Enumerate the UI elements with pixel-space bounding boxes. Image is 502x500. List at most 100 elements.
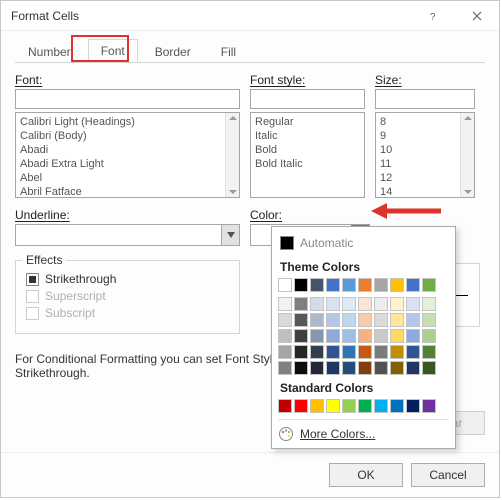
- list-item[interactable]: Abadi: [20, 143, 235, 157]
- color-swatch[interactable]: [358, 329, 372, 343]
- list-item[interactable]: Regular: [255, 115, 360, 129]
- color-swatch[interactable]: [326, 329, 340, 343]
- color-swatch[interactable]: [342, 278, 356, 292]
- color-swatch[interactable]: [358, 361, 372, 375]
- color-swatch[interactable]: [374, 329, 388, 343]
- underline-combo[interactable]: [15, 224, 240, 246]
- color-swatch[interactable]: [406, 278, 420, 292]
- color-swatch[interactable]: [374, 278, 388, 292]
- color-swatch[interactable]: [342, 313, 356, 327]
- color-swatch[interactable]: [310, 297, 324, 311]
- color-swatch[interactable]: [390, 361, 404, 375]
- color-swatch[interactable]: [342, 399, 356, 413]
- color-swatch[interactable]: [278, 361, 292, 375]
- color-swatch[interactable]: [390, 329, 404, 343]
- size-input[interactable]: [375, 89, 475, 109]
- tab-border[interactable]: Border: [142, 40, 204, 63]
- color-swatch[interactable]: [326, 297, 340, 311]
- color-swatch[interactable]: [374, 313, 388, 327]
- color-swatch[interactable]: [422, 399, 436, 413]
- color-swatch[interactable]: [326, 399, 340, 413]
- list-item[interactable]: 9: [380, 129, 470, 143]
- color-swatch[interactable]: [294, 278, 308, 292]
- color-swatch[interactable]: [390, 297, 404, 311]
- color-swatch[interactable]: [422, 345, 436, 359]
- color-swatch[interactable]: [294, 329, 308, 343]
- font-style-list[interactable]: Regular Italic Bold Bold Italic: [250, 112, 365, 198]
- tab-fill[interactable]: Fill: [208, 40, 249, 63]
- color-swatch[interactable]: [358, 297, 372, 311]
- list-item[interactable]: Italic: [255, 129, 360, 143]
- color-swatch[interactable]: [422, 361, 436, 375]
- color-swatch[interactable]: [342, 297, 356, 311]
- font-list[interactable]: Calibri Light (Headings) Calibri (Body) …: [15, 112, 240, 198]
- color-swatch[interactable]: [294, 313, 308, 327]
- list-item[interactable]: Abel: [20, 171, 235, 185]
- list-item[interactable]: Abril Fatface: [20, 185, 235, 198]
- strikethrough-check[interactable]: Strikethrough: [26, 272, 229, 286]
- list-item[interactable]: 12: [380, 171, 470, 185]
- color-swatch[interactable]: [294, 297, 308, 311]
- close-button[interactable]: [455, 1, 499, 31]
- color-swatch[interactable]: [406, 313, 420, 327]
- list-item[interactable]: 10: [380, 143, 470, 157]
- color-swatch[interactable]: [342, 329, 356, 343]
- color-swatch[interactable]: [390, 345, 404, 359]
- color-swatch[interactable]: [310, 399, 324, 413]
- color-swatch[interactable]: [294, 399, 308, 413]
- scrollbar[interactable]: [460, 113, 474, 197]
- font-input[interactable]: [15, 89, 240, 109]
- color-swatch[interactable]: [374, 361, 388, 375]
- color-swatch[interactable]: [406, 399, 420, 413]
- color-swatch[interactable]: [326, 361, 340, 375]
- help-button[interactable]: ?: [411, 1, 455, 31]
- chevron-down-icon[interactable]: [221, 225, 239, 245]
- color-swatch[interactable]: [374, 399, 388, 413]
- automatic-option[interactable]: Automatic: [278, 233, 449, 256]
- color-swatch[interactable]: [374, 345, 388, 359]
- color-swatch[interactable]: [422, 329, 436, 343]
- color-swatch[interactable]: [422, 278, 436, 292]
- list-item[interactable]: Bold Italic: [255, 157, 360, 171]
- list-item[interactable]: Bold: [255, 143, 360, 157]
- color-swatch[interactable]: [278, 313, 292, 327]
- color-swatch[interactable]: [326, 278, 340, 292]
- color-swatch[interactable]: [342, 361, 356, 375]
- color-swatch[interactable]: [358, 313, 372, 327]
- color-swatch[interactable]: [406, 345, 420, 359]
- color-swatch[interactable]: [326, 313, 340, 327]
- color-swatch[interactable]: [358, 278, 372, 292]
- ok-button[interactable]: OK: [329, 463, 403, 487]
- superscript-check[interactable]: Superscript: [26, 289, 229, 303]
- color-swatch[interactable]: [310, 313, 324, 327]
- color-swatch[interactable]: [294, 361, 308, 375]
- color-swatch[interactable]: [310, 345, 324, 359]
- color-swatch[interactable]: [422, 297, 436, 311]
- color-swatch[interactable]: [390, 399, 404, 413]
- color-swatch[interactable]: [374, 297, 388, 311]
- color-dropdown[interactable]: Automatic Theme Colors Standard Colors M…: [271, 226, 456, 449]
- color-swatch[interactable]: [406, 297, 420, 311]
- color-swatch[interactable]: [406, 329, 420, 343]
- font-style-input[interactable]: [250, 89, 365, 109]
- color-swatch[interactable]: [278, 329, 292, 343]
- list-item[interactable]: 8: [380, 115, 470, 129]
- more-colors-option[interactable]: More Colors...: [278, 419, 449, 442]
- color-swatch[interactable]: [310, 278, 324, 292]
- color-swatch[interactable]: [422, 313, 436, 327]
- color-swatch[interactable]: [310, 329, 324, 343]
- color-swatch[interactable]: [358, 399, 372, 413]
- color-swatch[interactable]: [342, 345, 356, 359]
- color-swatch[interactable]: [390, 278, 404, 292]
- color-swatch[interactable]: [278, 399, 292, 413]
- color-swatch[interactable]: [278, 297, 292, 311]
- subscript-check[interactable]: Subscript: [26, 306, 229, 320]
- color-swatch[interactable]: [358, 345, 372, 359]
- list-item[interactable]: Abadi Extra Light: [20, 157, 235, 171]
- scrollbar[interactable]: [225, 113, 239, 197]
- list-item[interactable]: Calibri Light (Headings): [20, 115, 235, 129]
- color-swatch[interactable]: [278, 278, 292, 292]
- list-item[interactable]: Calibri (Body): [20, 129, 235, 143]
- cancel-button[interactable]: Cancel: [411, 463, 485, 487]
- list-item[interactable]: 11: [380, 157, 470, 171]
